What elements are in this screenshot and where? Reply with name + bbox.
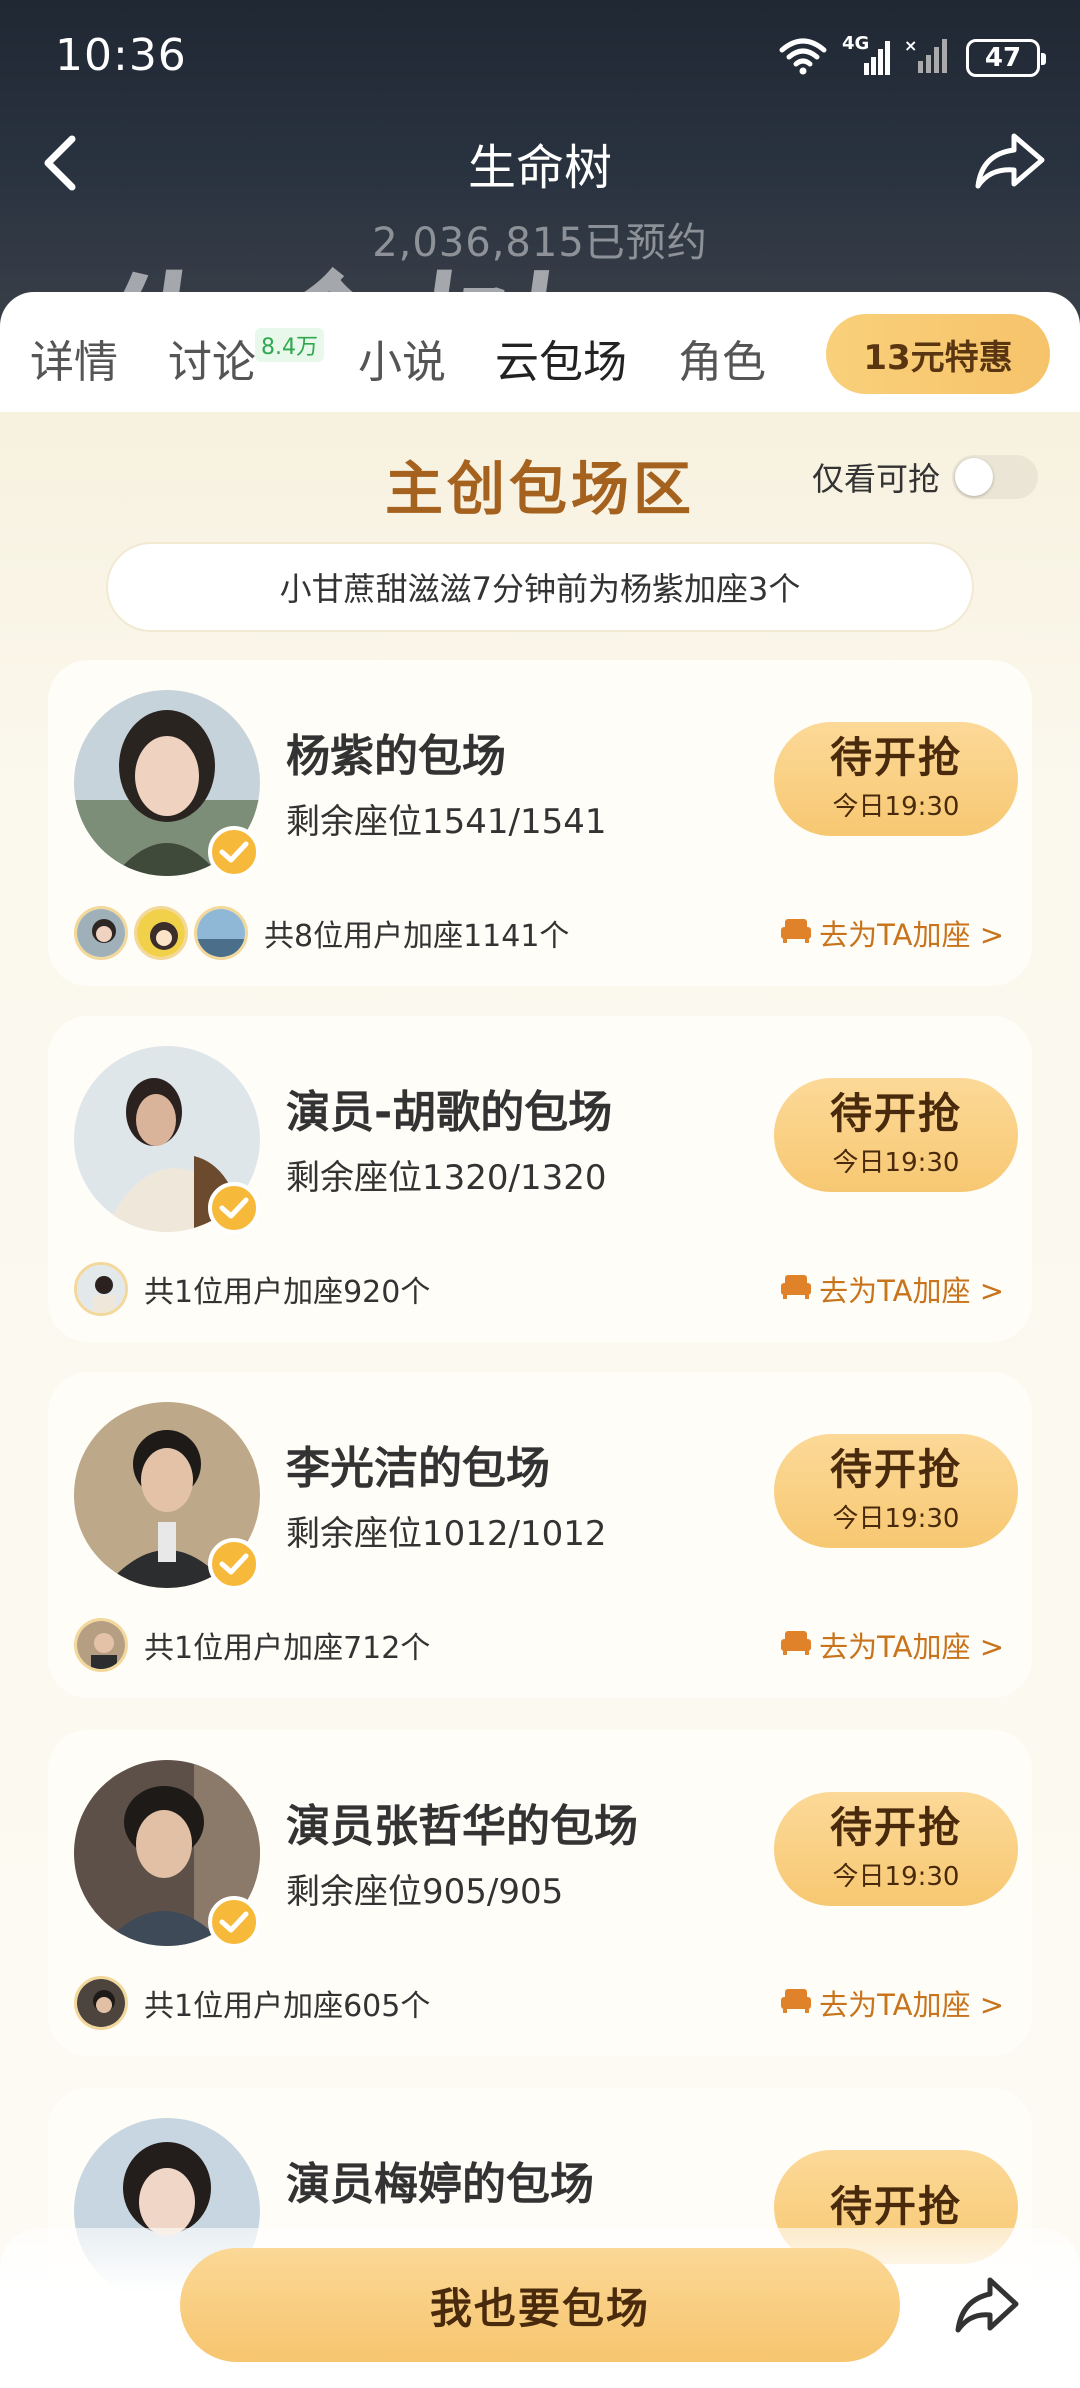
grab-button-label: 待开抢 [829, 2181, 962, 2231]
grab-button-label: 待开抢 [829, 1445, 962, 1495]
create-screening-button[interactable]: 我也要包场 [180, 2248, 900, 2362]
movie-header: 生命树 10:36 4G × 47 生命树 2,036,815已预约 [0, 0, 1080, 330]
grab-time: 今日19:30 [832, 791, 960, 822]
joiner-avatar [74, 1976, 128, 2030]
tab-novel[interactable]: 小说 [358, 326, 446, 390]
status-time: 10:36 [55, 30, 187, 81]
joiners-count: 共1位用户加座920个 [144, 1275, 431, 1310]
creator-screening-section: 主创包场区 仅看可抢 小甘蔗甜滋滋7分钟前为杨紫加座3个 杨紫的包场 剩余座位1… [0, 412, 1080, 2388]
signal-icon-secondary: × [904, 36, 952, 79]
add-seat-link-label: 去为TA加座 > [819, 1274, 1004, 1308]
screening-title: 演员张哲华的包场 [286, 1801, 638, 1852]
nav-bar: 生命树 [0, 118, 1080, 208]
joiner-avatar [74, 1262, 128, 1316]
remaining-seats: 剩余座位1541/1541 [286, 802, 607, 842]
only-grabbable-label: 仅看可抢 [811, 460, 940, 498]
joiner-avatar [194, 906, 248, 960]
verified-icon [208, 826, 260, 878]
add-seat-link[interactable]: 去为TA加座 > [779, 1982, 1004, 2024]
screening-card[interactable]: 杨紫的包场 剩余座位1541/1541 待开抢 今日19:30 共8位用户加座1… [48, 660, 1032, 986]
only-grabbable-toggle[interactable] [952, 455, 1038, 499]
avatar[interactable] [74, 1760, 260, 1948]
reserve-count: 2,036,815已预约 [372, 220, 708, 266]
bottom-action-bar: 我也要包场 [0, 2228, 1080, 2388]
joiner-avatar [74, 906, 128, 960]
activity-notice: 小甘蔗甜滋滋7分钟前为杨紫加座3个 [106, 542, 974, 632]
grab-time: 今日19:30 [832, 1147, 960, 1178]
share-icon[interactable] [970, 126, 1050, 196]
wifi-icon [778, 36, 828, 80]
screening-title: 演员-胡歌的包场 [286, 1087, 613, 1138]
status-bar: 10:36 4G × 47 [0, 0, 1080, 118]
grab-button-label: 待开抢 [829, 1089, 962, 1139]
grab-button[interactable]: 待开抢 今日19:30 [774, 1792, 1018, 1906]
grab-button[interactable]: 待开抢 今日19:30 [774, 1434, 1018, 1548]
grab-button[interactable]: 待开抢 今日19:30 [774, 722, 1018, 836]
battery-icon: 47 [966, 39, 1046, 77]
screening-title: 演员梅婷的包场 [286, 2159, 594, 2210]
tab-discussion[interactable]: 讨论 [168, 326, 256, 390]
sofa-icon [779, 1627, 813, 1664]
status-icons: 4G × 47 [778, 33, 1046, 80]
tab-bar: 详情 讨论 8.4万 小说 云包场 角色 13元特惠 [0, 292, 1080, 412]
signal-icon: 4G [842, 33, 890, 77]
only-grabbable-filter: 仅看可抢 [812, 454, 1038, 500]
share-icon[interactable] [952, 2272, 1022, 2338]
screening-title: 杨紫的包场 [286, 731, 506, 782]
promo-button[interactable]: 13元特惠 [826, 314, 1050, 394]
joiner-avatar [74, 1618, 128, 1672]
joiners-count: 共1位用户加座605个 [144, 1989, 431, 2024]
grab-button-label: 待开抢 [829, 1803, 962, 1853]
screening-card[interactable]: 李光洁的包场 剩余座位1012/1012 待开抢 今日19:30 共1位用户加座… [48, 1372, 1032, 1698]
avatar[interactable] [74, 1402, 260, 1590]
network-label: 4G [842, 33, 870, 54]
grab-button-label: 待开抢 [829, 733, 962, 783]
screening-card[interactable]: 演员张哲华的包场 剩余座位905/905 待开抢 今日19:30 共1位用户加座… [48, 1730, 1032, 2056]
grab-time: 今日19:30 [832, 1861, 960, 1892]
joiners-count: 共1位用户加座712个 [144, 1631, 431, 1666]
add-seat-link[interactable]: 去为TA加座 > [779, 912, 1004, 954]
add-seat-link[interactable]: 去为TA加座 > [779, 1624, 1004, 1666]
sofa-icon [779, 1271, 813, 1308]
joiners-row: 共8位用户加座1141个 [74, 906, 569, 960]
page-title: 生命树 [467, 140, 612, 196]
verified-icon [208, 1538, 260, 1590]
screening-card[interactable]: 演员-胡歌的包场 剩余座位1320/1320 待开抢 今日19:30 共1位用户… [48, 1016, 1032, 1342]
joiner-avatar [134, 906, 188, 960]
add-seat-link-label: 去为TA加座 > [819, 918, 1004, 952]
joiners-row: 共1位用户加座712个 [74, 1618, 430, 1672]
remaining-seats: 剩余座位1012/1012 [286, 1514, 607, 1554]
discussion-count-badge: 8.4万 [255, 328, 324, 362]
tab-characters[interactable]: 角色 [678, 326, 766, 390]
avatar[interactable] [74, 690, 260, 878]
svg-text:×: × [904, 37, 917, 55]
verified-icon [208, 1896, 260, 1948]
grab-button[interactable]: 待开抢 今日19:30 [774, 1078, 1018, 1192]
tab-cloud-screening[interactable]: 云包场 [495, 326, 627, 390]
add-seat-link-label: 去为TA加座 > [819, 1630, 1004, 1664]
verified-icon [208, 1182, 260, 1234]
screening-title: 李光洁的包场 [286, 1443, 550, 1494]
joiners-row: 共1位用户加座920个 [74, 1262, 430, 1316]
grab-time: 今日19:30 [832, 1503, 960, 1534]
remaining-seats: 剩余座位905/905 [286, 1872, 564, 1912]
sofa-icon [779, 1985, 813, 2022]
joiners-row: 共1位用户加座605个 [74, 1976, 430, 2030]
joiners-count: 共8位用户加座1141个 [264, 919, 570, 954]
remaining-seats: 剩余座位1320/1320 [286, 1158, 607, 1198]
tab-details[interactable]: 详情 [30, 326, 118, 390]
add-seat-link[interactable]: 去为TA加座 > [779, 1268, 1004, 1310]
add-seat-link-label: 去为TA加座 > [819, 1988, 1004, 2022]
sofa-icon [779, 915, 813, 952]
avatar[interactable] [74, 1046, 260, 1234]
